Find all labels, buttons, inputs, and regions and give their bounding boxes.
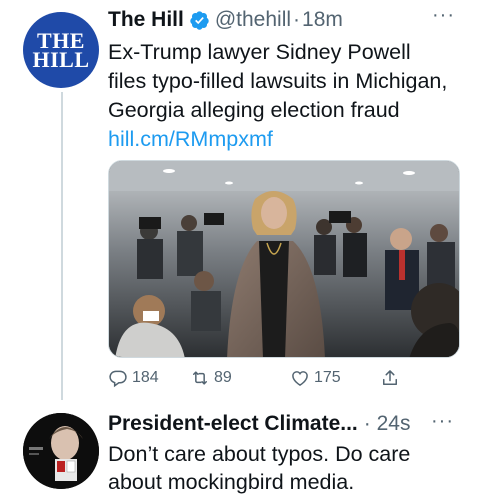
more-options-icon[interactable]: ··· — [432, 5, 454, 25]
timestamp[interactable]: · 24s — [364, 412, 411, 436]
avatar-image — [23, 413, 99, 489]
reply-count: 184 — [132, 369, 159, 386]
more-options-icon[interactable]: ··· — [431, 411, 454, 431]
tweet-actions: 184 89 175 — [108, 368, 408, 392]
retweet-icon — [193, 371, 207, 385]
tweet-photo[interactable] — [108, 160, 460, 358]
tweet-president-elect-climate[interactable]: President-elect Climate... · 24s ··· Don… — [0, 400, 482, 500]
avatar-president-elect-climate[interactable] — [23, 413, 99, 489]
retweet-button[interactable]: 89 — [190, 368, 232, 388]
like-count: 175 — [314, 369, 341, 386]
reply-icon — [109, 370, 127, 388]
separator-dot: · — [293, 8, 301, 31]
press-conference-photo — [109, 161, 459, 357]
tweet-header: President-elect Climate... · 24s — [108, 412, 410, 436]
verified-badge-icon — [189, 10, 210, 31]
thread-connector-line — [61, 92, 63, 400]
heart-icon — [292, 371, 308, 386]
tweet-body: Ex-Trump lawyer Sidney Powell files typo… — [108, 40, 448, 122]
tweet-link[interactable]: hill.cm/RMmpxmf — [108, 127, 273, 151]
retweet-count: 89 — [214, 369, 232, 386]
tweet-text: Don’t care about typos. Do care about mo… — [108, 442, 411, 494]
tweet-header: The Hill @thehill · 18m — [108, 8, 343, 32]
tweet-text: Ex-Trump lawyer Sidney Powell files typo… — [108, 38, 453, 154]
display-name[interactable]: President-elect Climate... — [108, 412, 358, 436]
handle[interactable]: @thehill — [215, 8, 291, 32]
display-name[interactable]: The Hill — [108, 8, 184, 32]
avatar-the-hill[interactable]: THE HILL — [23, 12, 99, 88]
share-icon — [383, 370, 397, 385]
tweet-the-hill[interactable]: THE HILL The Hill @thehill · 18m ··· Ex-… — [0, 0, 482, 400]
like-button[interactable]: 175 — [290, 368, 341, 388]
reply-button[interactable]: 184 — [108, 368, 159, 388]
avatar-logo-line-2: HILL — [32, 47, 90, 72]
share-button[interactable] — [380, 368, 404, 388]
timestamp[interactable]: 18m — [302, 8, 343, 32]
